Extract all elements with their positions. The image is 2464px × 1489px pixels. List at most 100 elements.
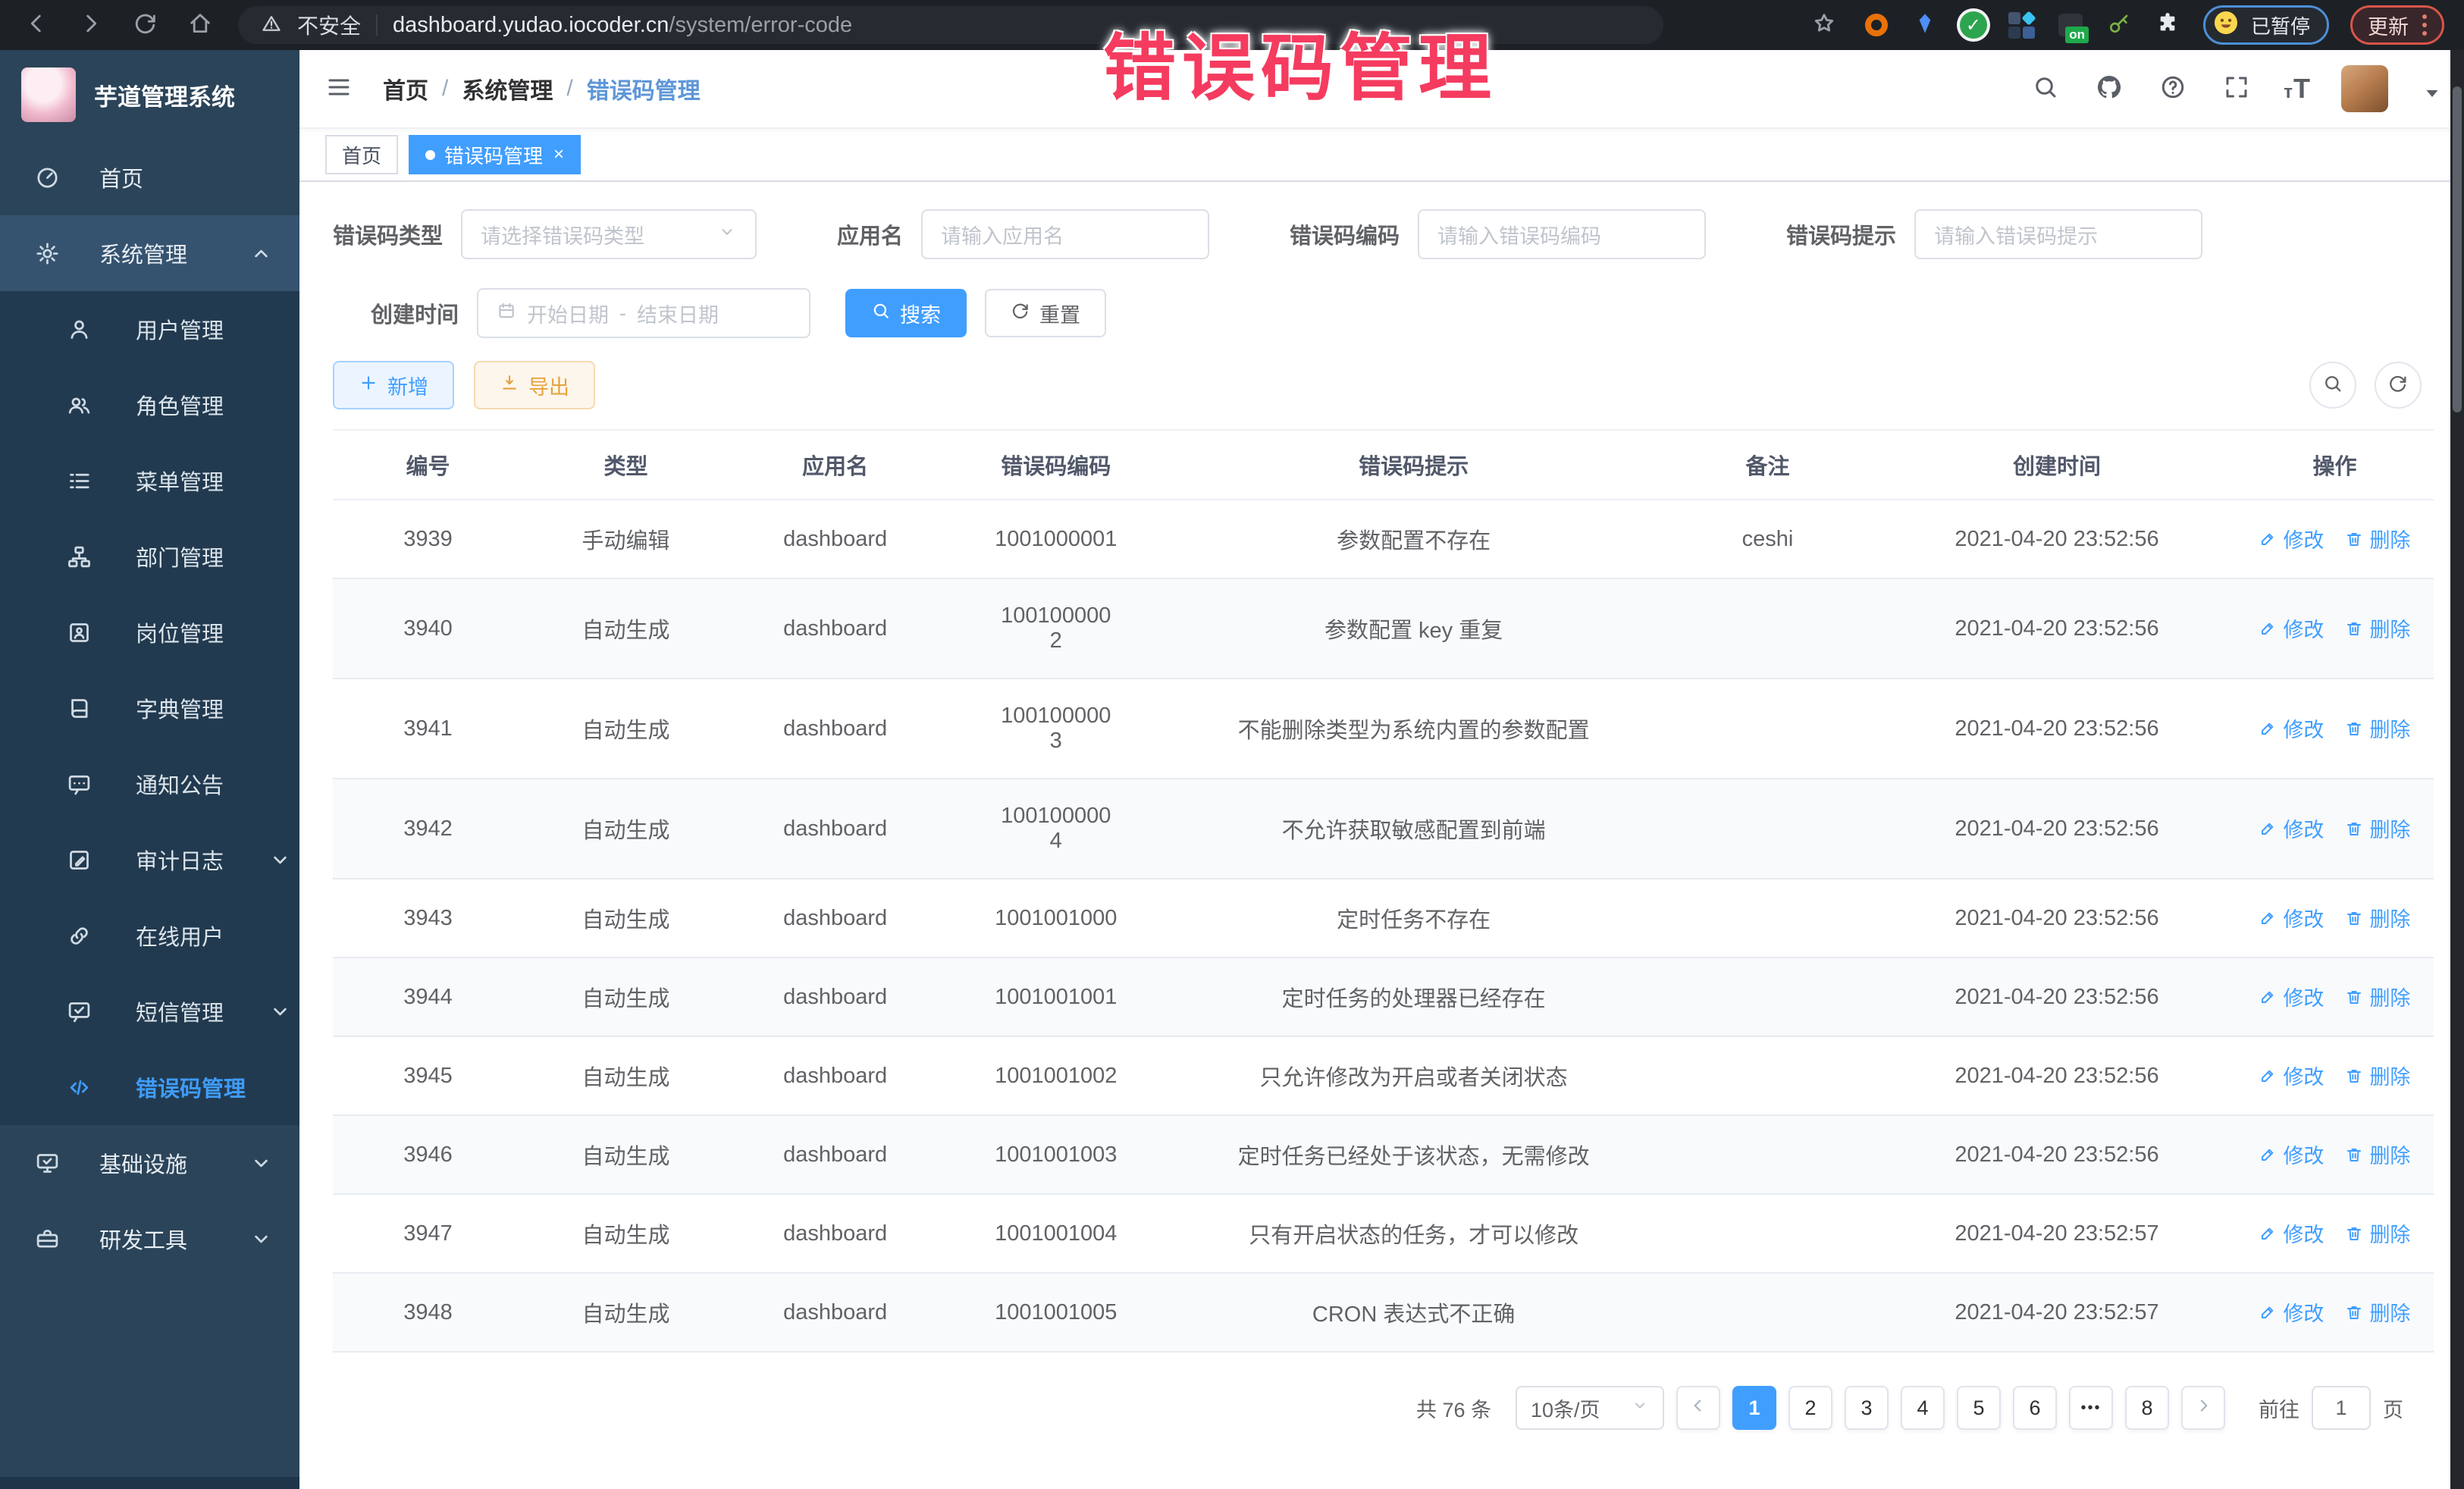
sidebar-item-12[interactable]: 错误码管理: [0, 1049, 299, 1125]
back-button[interactable]: [20, 8, 53, 42]
kebab-menu-icon[interactable]: [2422, 14, 2427, 36]
sidebar-item-14[interactable]: 研发工具: [0, 1201, 299, 1277]
sidebar-item-10[interactable]: 在线用户: [0, 898, 299, 973]
delete-icon: [2345, 719, 2363, 738]
edit-link[interactable]: 修改: [2259, 524, 2324, 553]
add-button[interactable]: 新增: [333, 361, 454, 409]
sidebar-item-2[interactable]: 用户管理: [0, 291, 299, 367]
browser-profile-chip[interactable]: 已暂停: [2203, 5, 2329, 45]
delete-icon: [2345, 1067, 2363, 1085]
header-search-icon[interactable]: [2029, 72, 2062, 105]
edit-link[interactable]: 修改: [2259, 903, 2324, 933]
edit-link[interactable]: 修改: [2259, 1218, 2324, 1248]
sidebar-item-7[interactable]: 字典管理: [0, 670, 299, 746]
url-divider: [376, 14, 378, 36]
sidebar-item-11[interactable]: 短信管理: [0, 973, 299, 1049]
scrollbar-thumb[interactable]: [2453, 86, 2462, 412]
update-button[interactable]: 更新: [2350, 5, 2444, 45]
extension-blue-grid-icon[interactable]: [2008, 11, 2036, 39]
page-button-8[interactable]: 8: [2125, 1386, 2169, 1430]
hamburger-icon[interactable]: [325, 74, 356, 104]
sidebar-item-1[interactable]: 系统管理: [0, 215, 299, 291]
delete-link[interactable]: 删除: [2345, 613, 2410, 643]
page-button-1[interactable]: 1: [1732, 1386, 1776, 1430]
date-range-picker[interactable]: 开始日期 - 结束日期: [477, 288, 810, 338]
app-name-input[interactable]: 请输入应用名: [921, 209, 1209, 259]
breadcrumb-system[interactable]: 系统管理: [462, 72, 553, 105]
goto-page-input[interactable]: 1: [2312, 1386, 2371, 1430]
edit-link[interactable]: 修改: [2259, 1061, 2324, 1090]
reset-button[interactable]: 重置: [985, 289, 1106, 337]
extension-key-icon[interactable]: [2105, 11, 2133, 39]
monitor-icon: [35, 1151, 60, 1176]
delete-link[interactable]: 删除: [2345, 1297, 2410, 1327]
edit-link[interactable]: 修改: [2259, 1297, 2324, 1327]
tab-home[interactable]: 首页: [325, 135, 398, 174]
cell-ops: 修改删除: [2236, 779, 2434, 879]
delete-link[interactable]: 删除: [2345, 1139, 2410, 1169]
bookmark-star-icon[interactable]: [1807, 8, 1841, 42]
delete-link[interactable]: 删除: [2345, 713, 2410, 743]
edit-link[interactable]: 修改: [2259, 713, 2324, 743]
forward-button[interactable]: [74, 8, 108, 42]
help-icon[interactable]: [2156, 72, 2190, 105]
extension-blue-gem-icon[interactable]: [1911, 11, 1939, 39]
edit-link[interactable]: 修改: [2259, 1139, 2324, 1169]
tab-error-code[interactable]: 错误码管理 ×: [409, 135, 581, 174]
extension-on-badge-icon[interactable]: on: [2056, 11, 2085, 39]
extension-green-check-icon[interactable]: ✓: [1959, 11, 1988, 39]
breadcrumb-home[interactable]: 首页: [383, 72, 428, 105]
delete-link[interactable]: 删除: [2345, 1061, 2410, 1090]
sidebar-item-5[interactable]: 部门管理: [0, 519, 299, 594]
page-button-3[interactable]: 3: [1845, 1386, 1889, 1430]
table-row: 3942自动生成dashboard1001000004不允许获取敏感配置到前端2…: [333, 779, 2434, 879]
sidebar-item-8[interactable]: 通知公告: [0, 746, 299, 822]
sidebar-item-4[interactable]: 菜单管理: [0, 443, 299, 519]
font-size-icon[interactable]: тT: [2284, 73, 2311, 105]
extensions-puzzle-icon[interactable]: [2153, 11, 2182, 39]
sidebar-item-13[interactable]: 基础设施: [0, 1125, 299, 1201]
page-button-2[interactable]: 2: [1788, 1386, 1832, 1430]
tab-close-icon[interactable]: ×: [553, 146, 564, 164]
refresh-table-button[interactable]: [2375, 362, 2422, 409]
sidebar-item-3[interactable]: 角色管理: [0, 367, 299, 443]
logo-avatar: [21, 67, 76, 122]
page-size-select[interactable]: 10条/页: [1516, 1386, 1664, 1430]
delete-link[interactable]: 删除: [2345, 813, 2410, 843]
delete-link[interactable]: 删除: [2345, 903, 2410, 933]
sidebar-item-9[interactable]: 审计日志: [0, 822, 299, 898]
toggle-search-button[interactable]: [2309, 362, 2356, 409]
search-icon: [2032, 74, 2059, 101]
edit-link[interactable]: 修改: [2259, 813, 2324, 843]
error-code-input[interactable]: 请输入错误码编码: [1418, 209, 1706, 259]
error-type-select[interactable]: 请选择错误码类型: [461, 209, 757, 259]
error-msg-input[interactable]: 请输入错误码提示: [1914, 209, 2202, 259]
edit-link[interactable]: 修改: [2259, 613, 2324, 643]
edit-link[interactable]: 修改: [2259, 982, 2324, 1011]
github-icon[interactable]: [2093, 72, 2126, 105]
extension-orange-ring-icon[interactable]: [1862, 11, 1891, 39]
sidebar-logo[interactable]: 芋道管理系统: [0, 50, 299, 139]
page-button-4[interactable]: 4: [1901, 1386, 1945, 1430]
cell-app: dashboard: [729, 679, 942, 779]
fullscreen-icon[interactable]: [2220, 72, 2253, 105]
home-button[interactable]: [183, 8, 217, 42]
browser-scrollbar[interactable]: [2450, 50, 2464, 1489]
sidebar-item-0[interactable]: 首页: [0, 139, 299, 215]
search-button[interactable]: 搜索: [845, 289, 967, 337]
page-button-6[interactable]: 6: [2013, 1386, 2057, 1430]
user-avatar[interactable]: [2341, 65, 2388, 112]
page-ellipsis[interactable]: •••: [2069, 1386, 2113, 1430]
delete-link[interactable]: 删除: [2345, 1218, 2410, 1248]
cell-code: 1001001003: [942, 1115, 1170, 1194]
avatar-caret-down-icon[interactable]: [2419, 79, 2438, 99]
reload-button[interactable]: [129, 8, 162, 42]
prev-page-button[interactable]: [1676, 1386, 1720, 1430]
export-button[interactable]: 导出: [474, 361, 595, 409]
next-page-button[interactable]: [2181, 1386, 2225, 1430]
delete-link[interactable]: 删除: [2345, 524, 2410, 553]
sidebar-item-6[interactable]: 岗位管理: [0, 594, 299, 670]
page-button-5[interactable]: 5: [1957, 1386, 2001, 1430]
logo-title: 芋道管理系统: [94, 78, 235, 112]
delete-link[interactable]: 删除: [2345, 982, 2410, 1011]
